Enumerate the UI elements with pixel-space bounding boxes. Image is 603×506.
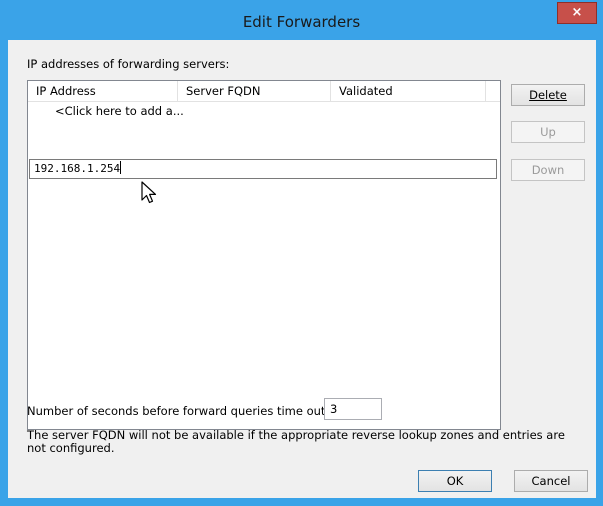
cancel-button[interactable]: Cancel xyxy=(514,470,588,492)
column-header-ip-address[interactable]: IP Address xyxy=(28,81,178,101)
forwarders-label: IP addresses of forwarding servers: xyxy=(27,57,230,71)
ok-button[interactable]: OK xyxy=(418,470,492,492)
down-button[interactable]: Down xyxy=(511,159,585,181)
close-button[interactable]: × xyxy=(557,2,597,24)
timeout-input[interactable]: 3 xyxy=(324,398,382,420)
ip-address-value: 192.168.1.254 xyxy=(34,162,121,175)
ip-address-edit-field[interactable]: 192.168.1.254 xyxy=(29,159,497,179)
mouse-pointer-icon xyxy=(141,181,157,204)
close-icon: × xyxy=(571,5,583,20)
forwarders-grid[interactable]: IP Address Server FQDN Validated <Click … xyxy=(27,80,501,430)
text-caret xyxy=(120,161,122,174)
timeout-label: Number of seconds before forward queries… xyxy=(27,404,330,418)
up-button-label: Up xyxy=(540,125,556,139)
add-forwarder-row[interactable]: <Click here to add a... xyxy=(55,102,184,120)
ok-button-label: OK xyxy=(446,474,464,488)
dialog-title: Edit Forwarders xyxy=(242,13,361,31)
column-header-validated[interactable]: Validated xyxy=(331,81,486,101)
grid-header: IP Address Server FQDN Validated xyxy=(28,81,500,102)
fqdn-note: The server FQDN will not be available if… xyxy=(27,428,565,455)
column-header-server-fqdn[interactable]: Server FQDN xyxy=(178,81,331,101)
delete-button[interactable]: Delete xyxy=(511,84,585,106)
edit-forwarders-dialog: Edit Forwarders × IP addresses of forwar… xyxy=(0,0,603,506)
up-button[interactable]: Up xyxy=(511,121,585,143)
title-bar[interactable]: Edit Forwarders × xyxy=(0,0,603,40)
dialog-body: IP addresses of forwarding servers: IP A… xyxy=(8,40,596,498)
delete-button-label: Delete xyxy=(529,88,567,102)
down-button-label: Down xyxy=(531,163,565,177)
cancel-button-label: Cancel xyxy=(531,474,571,488)
